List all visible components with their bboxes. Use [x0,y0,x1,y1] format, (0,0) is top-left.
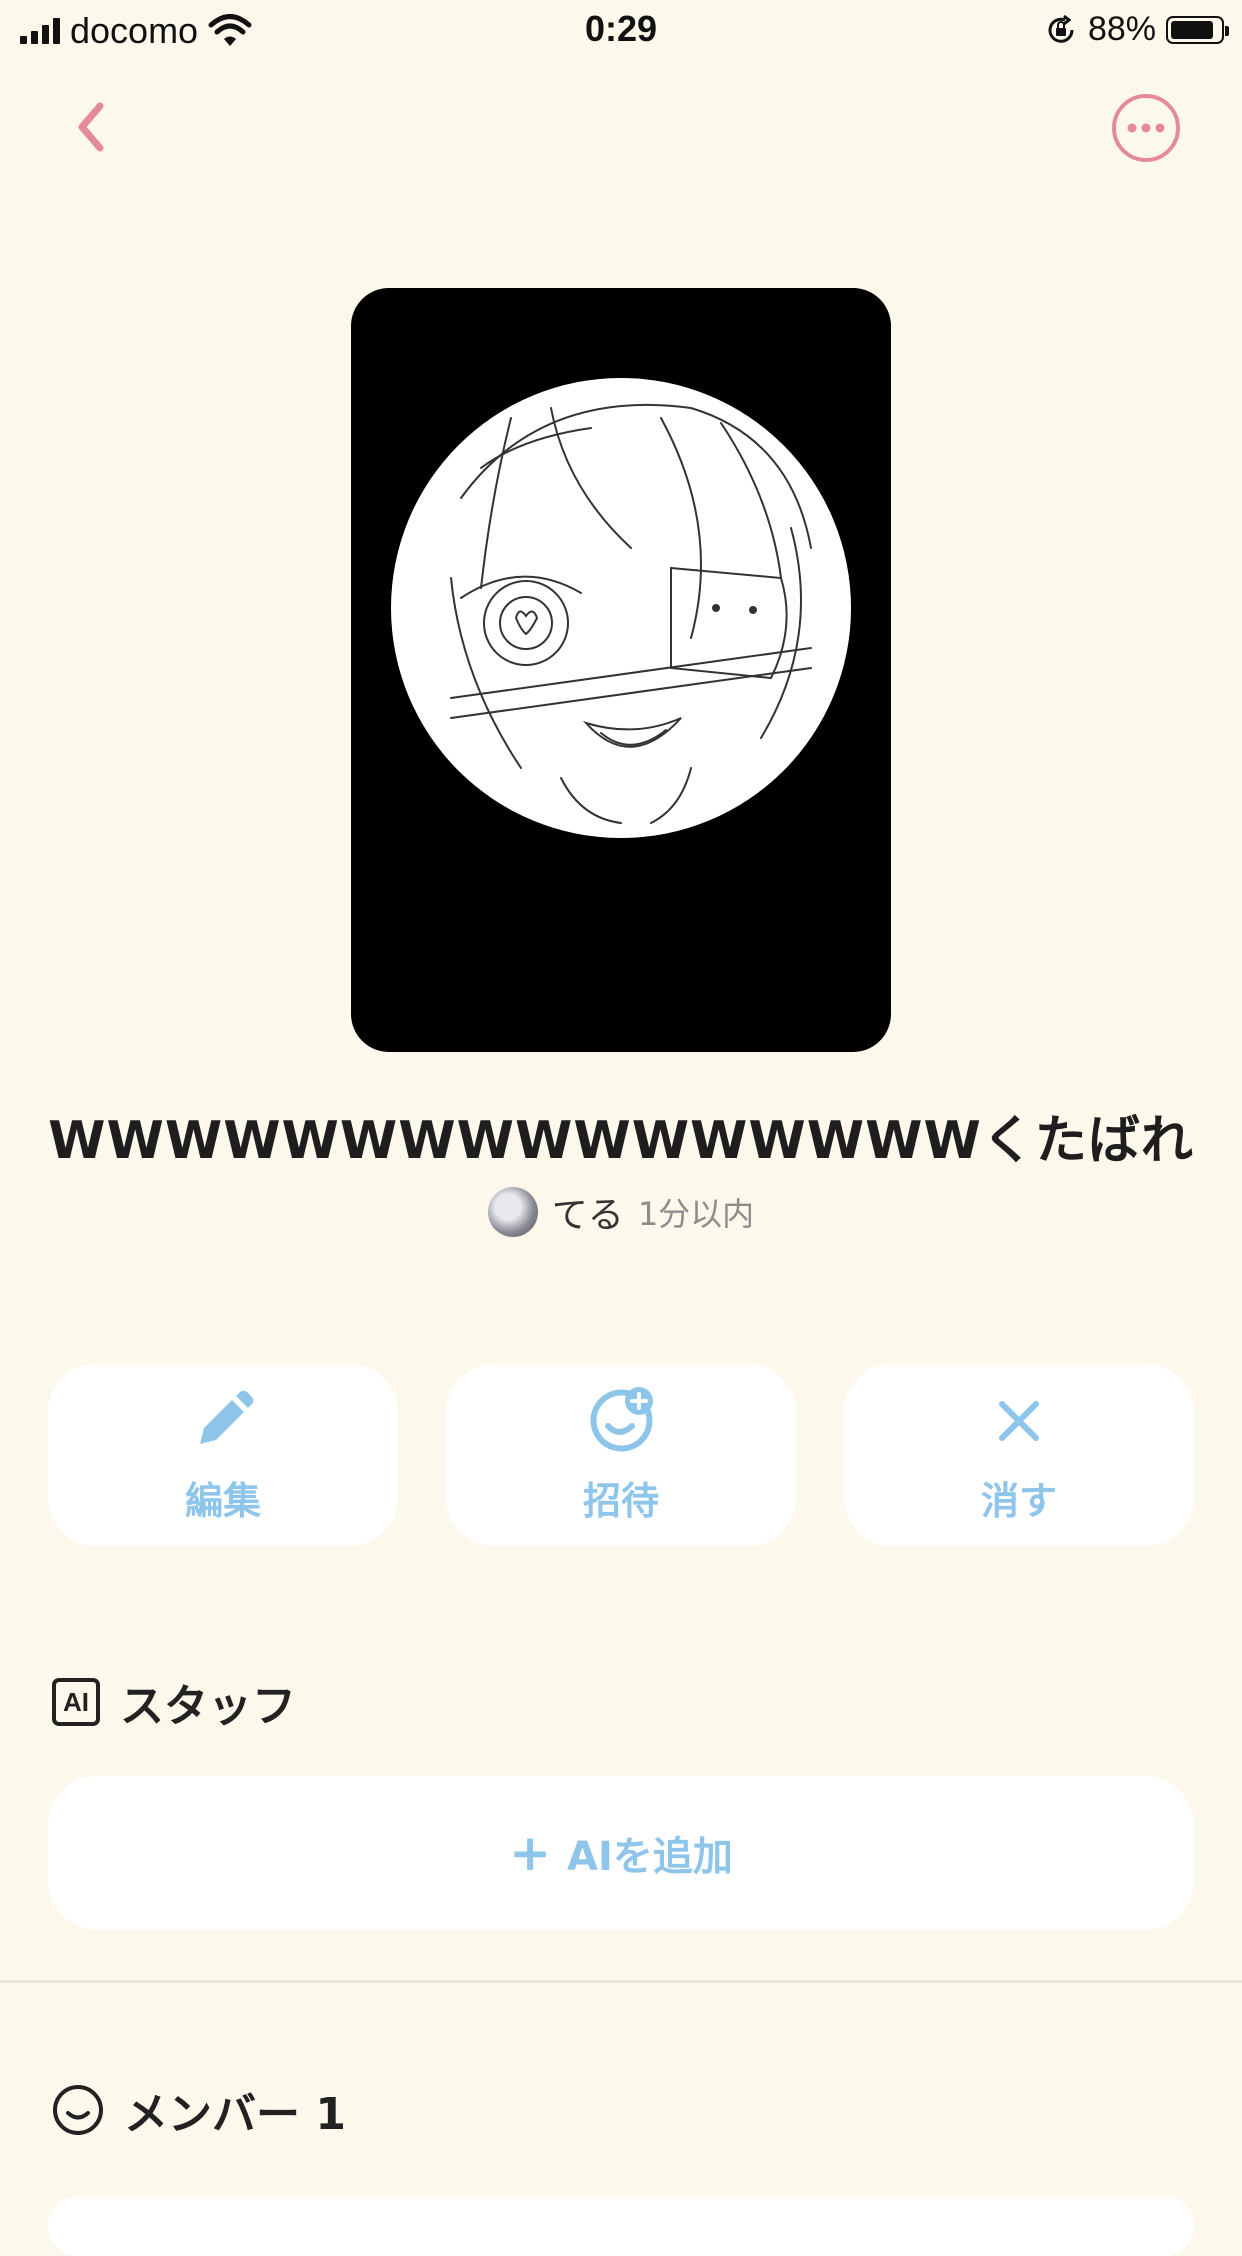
action-buttons: 編集 招待 消す [48,1364,1194,1546]
members-section-header: メンバー 1 [52,2078,346,2142]
author-avatar[interactable] [487,1187,538,1237]
pencil-icon [200,1390,254,1444]
status-bar: docomo 0:29 88% [0,0,1242,62]
member-list-card[interactable] [48,2196,1194,2256]
room-title: WWWWWWWWWWWWWWWWくたばれ [48,1111,1194,1171]
staff-section-header: AI スタッフ [52,1670,296,1734]
members-section-title: メンバー 1 [124,2089,346,2140]
add-ai-label: AIを追加 [567,1834,733,1880]
plus-icon: + [509,1824,552,1882]
smile-icon [53,2085,103,2135]
invite-button[interactable]: 招待 [446,1364,796,1546]
close-icon [999,1400,1039,1441]
more-options-icon[interactable] [1110,92,1182,164]
delete-label: 消す [980,1478,1057,1523]
battery-icon [1166,15,1229,44]
back-chevron-icon[interactable] [60,92,130,162]
add-ai-button[interactable]: + AIを追加 [48,1776,1194,1930]
author-name[interactable]: てる [552,1186,624,1238]
status-right: 88% [1044,10,1229,49]
invite-smile-plus-icon [590,1386,653,1452]
battery-percent: 88% [1087,10,1156,48]
edit-label: 編集 [184,1478,261,1523]
orientation-lock-icon [1048,14,1074,43]
invite-label: 招待 [582,1478,659,1523]
author-row[interactable]: てる 1分以内 [0,1186,1242,1238]
delete-button[interactable]: 消す [844,1364,1194,1546]
battery-fill [1171,20,1214,39]
cover-illustration [391,378,851,838]
section-divider [0,1980,1242,1983]
room-cover-image[interactable] [351,288,891,1052]
ai-icon: AI [52,1678,100,1726]
post-time: 1分以内 [637,1195,755,1233]
staff-section-title: スタッフ [120,1681,296,1732]
edit-button[interactable]: 編集 [48,1364,398,1546]
